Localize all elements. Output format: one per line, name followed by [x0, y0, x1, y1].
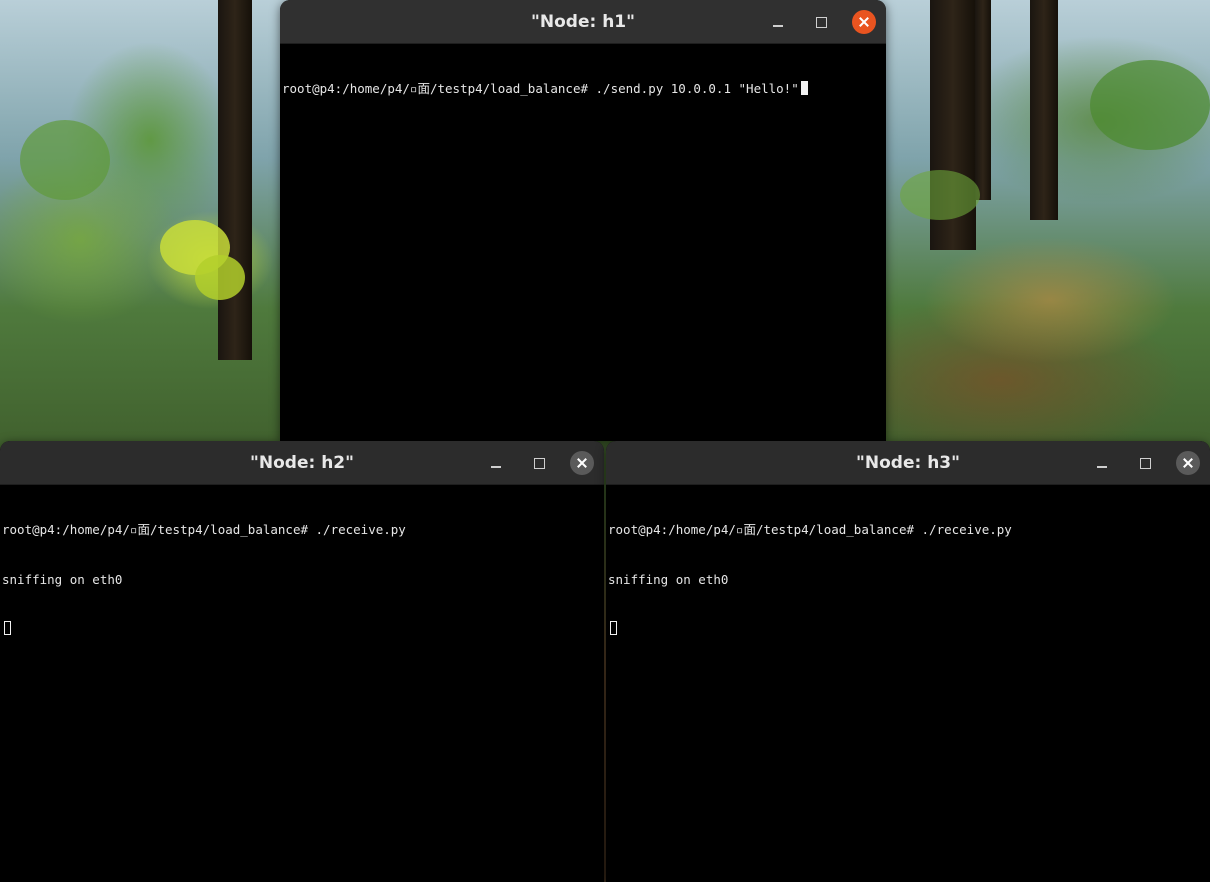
- wallpaper-foliage: [195, 255, 245, 300]
- terminal-window-h3[interactable]: "Node: h3" root@p4:/home/p4/▫面/testp4/lo…: [606, 441, 1210, 882]
- close-icon[interactable]: [570, 451, 594, 475]
- wallpaper-tree-trunk: [218, 0, 252, 360]
- terminal-line: sniffing on eth0: [2, 571, 123, 587]
- wallpaper-tree-trunk: [975, 0, 991, 200]
- terminal-window-h2[interactable]: "Node: h2" root@p4:/home/p4/▫面/testp4/lo…: [0, 441, 604, 882]
- window-titlebar[interactable]: "Node: h2": [0, 441, 604, 485]
- terminal-output[interactable]: root@p4:/home/p4/▫面/testp4/load_balance#…: [606, 485, 1210, 675]
- terminal-line: [608, 621, 1208, 638]
- window-titlebar[interactable]: "Node: h3": [606, 441, 1210, 485]
- minimize-icon[interactable]: [484, 451, 508, 475]
- window-controls: [766, 10, 876, 34]
- terminal-line: root@p4:/home/p4/▫面/testp4/load_balance#…: [2, 522, 406, 537]
- maximize-icon[interactable]: [1133, 451, 1157, 475]
- terminal-line: [2, 621, 602, 638]
- wallpaper-foliage: [900, 170, 980, 220]
- terminal-line: sniffing on eth0: [608, 571, 729, 587]
- close-icon[interactable]: [852, 10, 876, 34]
- terminal-line: root@p4:/home/p4/▫面/testp4/load_balance#…: [608, 522, 1012, 537]
- close-icon[interactable]: [1176, 451, 1200, 475]
- minimize-icon[interactable]: [766, 10, 790, 34]
- terminal-line-text: root@p4:/home/p4/▫面/testp4/load_balance#…: [282, 81, 799, 96]
- window-controls: [1090, 451, 1200, 475]
- maximize-icon[interactable]: [527, 451, 551, 475]
- wallpaper-foliage: [20, 120, 110, 200]
- maximize-icon[interactable]: [809, 10, 833, 34]
- wallpaper-tree-trunk: [1030, 0, 1058, 220]
- terminal-output[interactable]: root@p4:/home/p4/▫面/testp4/load_balance#…: [280, 44, 886, 135]
- text-cursor: [4, 621, 11, 635]
- terminal-output[interactable]: root@p4:/home/p4/▫面/testp4/load_balance#…: [0, 485, 604, 675]
- terminal-window-h1[interactable]: "Node: h1" root@p4:/home/p4/▫面/testp4/lo…: [280, 0, 886, 441]
- text-cursor: [800, 81, 808, 95]
- window-controls: [484, 451, 594, 475]
- text-cursor: [610, 621, 617, 635]
- minimize-icon[interactable]: [1090, 451, 1114, 475]
- wallpaper-foliage: [1090, 60, 1210, 150]
- terminal-line: root@p4:/home/p4/▫面/testp4/load_balance#…: [282, 81, 884, 98]
- window-titlebar[interactable]: "Node: h1": [280, 0, 886, 44]
